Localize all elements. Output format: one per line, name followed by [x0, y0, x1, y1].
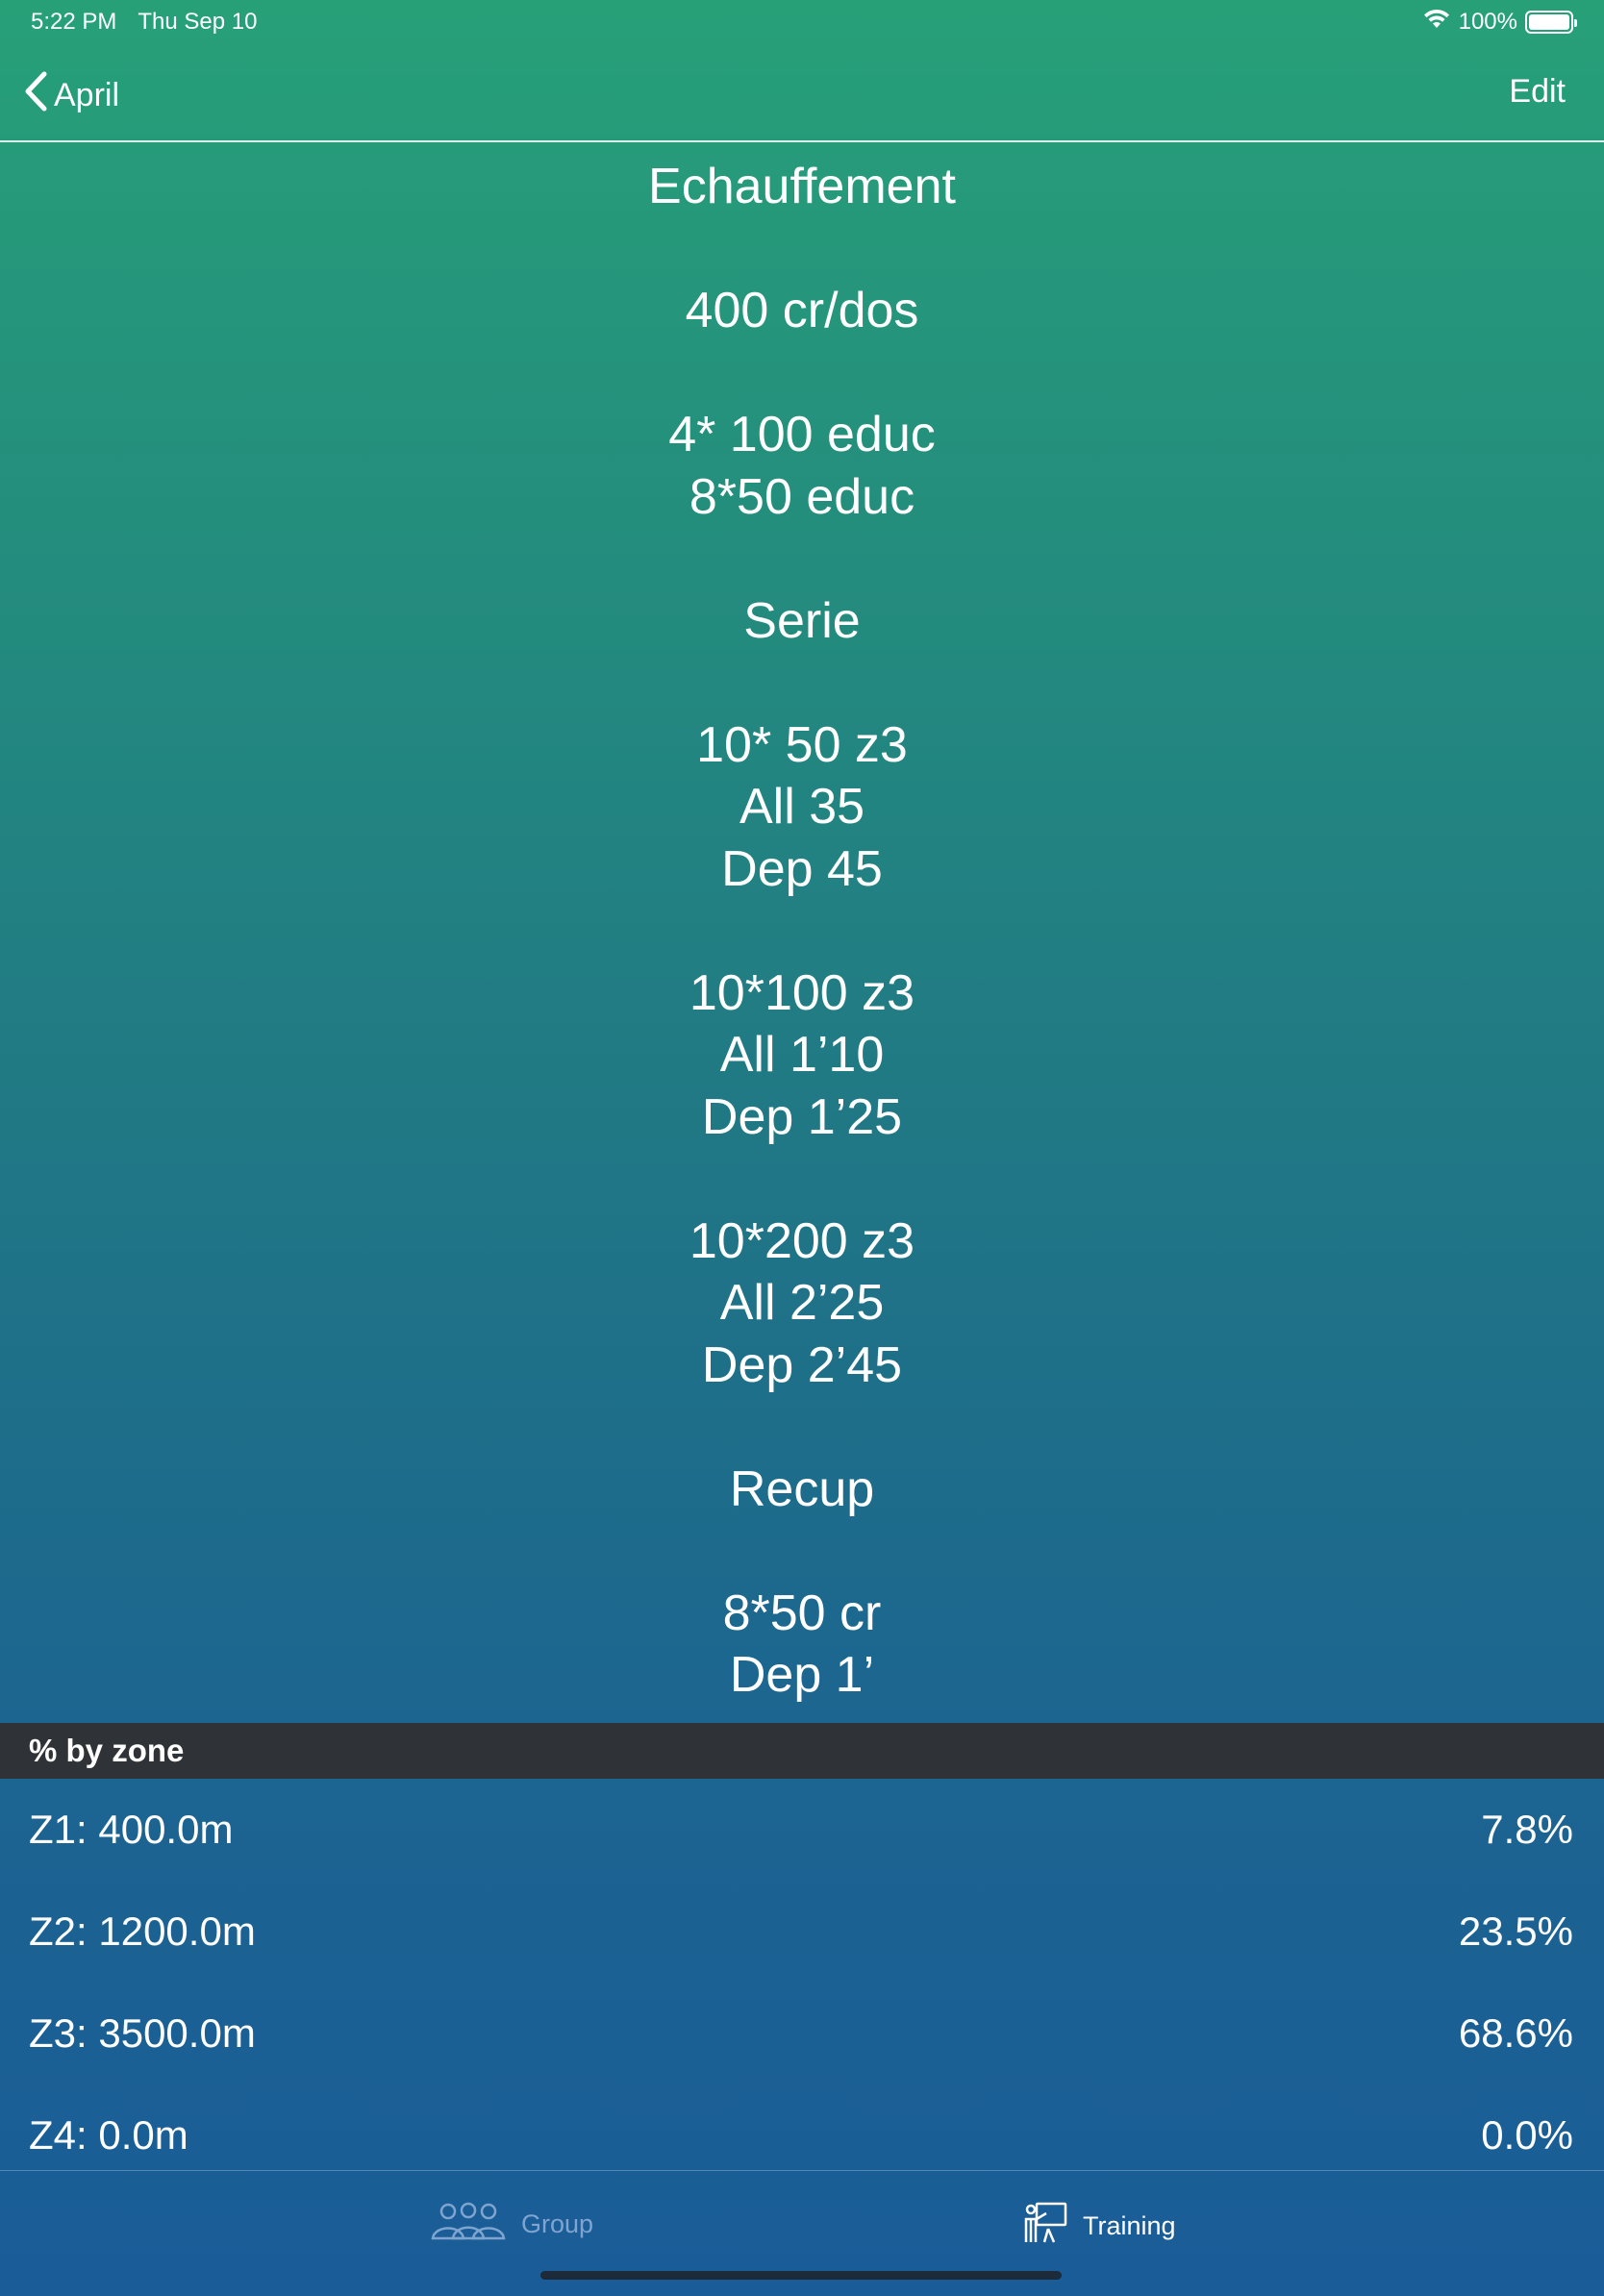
- tab-training-label: Training: [1083, 2211, 1176, 2240]
- battery-icon: [1525, 11, 1577, 34]
- workout-line: Dep 1’25: [701, 1088, 903, 1145]
- workout-line: [0, 528, 1604, 590]
- navigation-bar: April Edit: [0, 44, 1604, 142]
- workout-line: 4* 100 educ: [668, 407, 936, 462]
- group-icon: [429, 2200, 521, 2249]
- status-time: 5:22 PM: [31, 9, 117, 35]
- workout-line: [0, 1396, 1604, 1459]
- training-icon: [1023, 2200, 1083, 2253]
- workout-line: Dep 2’45: [701, 1336, 903, 1393]
- workout-line: [0, 652, 1604, 714]
- workout-line: 10*200 z3: [689, 1212, 915, 1269]
- zone-label: Z2: 1200.0m: [29, 1909, 256, 1954]
- zone-label: Z4: 0.0m: [29, 2112, 188, 2158]
- zone-percent: 23.5%: [1458, 1909, 1573, 1954]
- edit-button[interactable]: Edit: [1509, 73, 1566, 111]
- workout-line: [0, 1520, 1604, 1583]
- workout-description: Echauffement 400 cr/dos 4* 100 educ 8*50 ed…: [0, 144, 1604, 1723]
- zone-label: Z1: 400.0m: [29, 1807, 234, 1852]
- workout-line: Dep 1’: [729, 1647, 875, 1703]
- workout-line: [0, 342, 1604, 405]
- workout-line: Recup: [729, 1460, 875, 1517]
- home-indicator: [540, 2271, 1062, 2280]
- status-indicators: 100%: [1422, 9, 1577, 37]
- workout-line: Echauffement: [648, 159, 956, 214]
- zone-section-header: % by zone: [0, 1723, 1604, 1779]
- zone-percent: 0.0%: [1481, 2112, 1573, 2158]
- zone-list: Z1: 400.0m 7.8% Z2: 1200.0m 23.5% Z3: 35…: [0, 1779, 1604, 2186]
- workout-line: All 2’25: [719, 1275, 885, 1331]
- workout-line: [0, 900, 1604, 962]
- workout-line: 8*50 educ: [689, 468, 915, 525]
- status-date: Thu Sep 10: [138, 9, 258, 35]
- wifi-icon: [1422, 9, 1451, 37]
- zone-percent: 7.8%: [1481, 1807, 1573, 1852]
- tab-group[interactable]: Group: [429, 2200, 593, 2249]
- zone-percent: 68.6%: [1458, 2010, 1573, 2056]
- status-bar: 5:22 PM Thu Sep 10 100%: [0, 0, 1604, 44]
- zone-label: Z3: 3500.0m: [29, 2010, 256, 2056]
- workout-line: 10* 50 z3: [696, 716, 908, 773]
- battery-percent: 100%: [1458, 9, 1517, 35]
- workout-line: [0, 1148, 1604, 1210]
- workout-line: All 1’10: [719, 1027, 885, 1083]
- zone-row: Z2: 1200.0m 23.5%: [0, 1881, 1604, 1983]
- back-button-label: April: [54, 77, 120, 113]
- zone-row: Z3: 3500.0m 68.6%: [0, 1983, 1604, 2084]
- chevron-left-icon: [23, 71, 54, 120]
- tab-group-label: Group: [521, 2209, 594, 2238]
- battery-fill: [1529, 14, 1569, 30]
- tab-training[interactable]: Training: [1023, 2200, 1176, 2253]
- workout-line: All 35: [739, 779, 865, 835]
- workout-line: 400 cr/dos: [685, 283, 919, 338]
- zone-row: Z1: 400.0m 7.8%: [0, 1779, 1604, 1881]
- workout-line: 10*100 z3: [689, 964, 915, 1021]
- workout-line: 8*50 cr: [722, 1585, 882, 1641]
- workout-line: Serie: [743, 592, 861, 649]
- back-button[interactable]: April: [23, 71, 119, 120]
- workout-line: Dep 45: [721, 840, 883, 897]
- workout-line: [0, 218, 1604, 281]
